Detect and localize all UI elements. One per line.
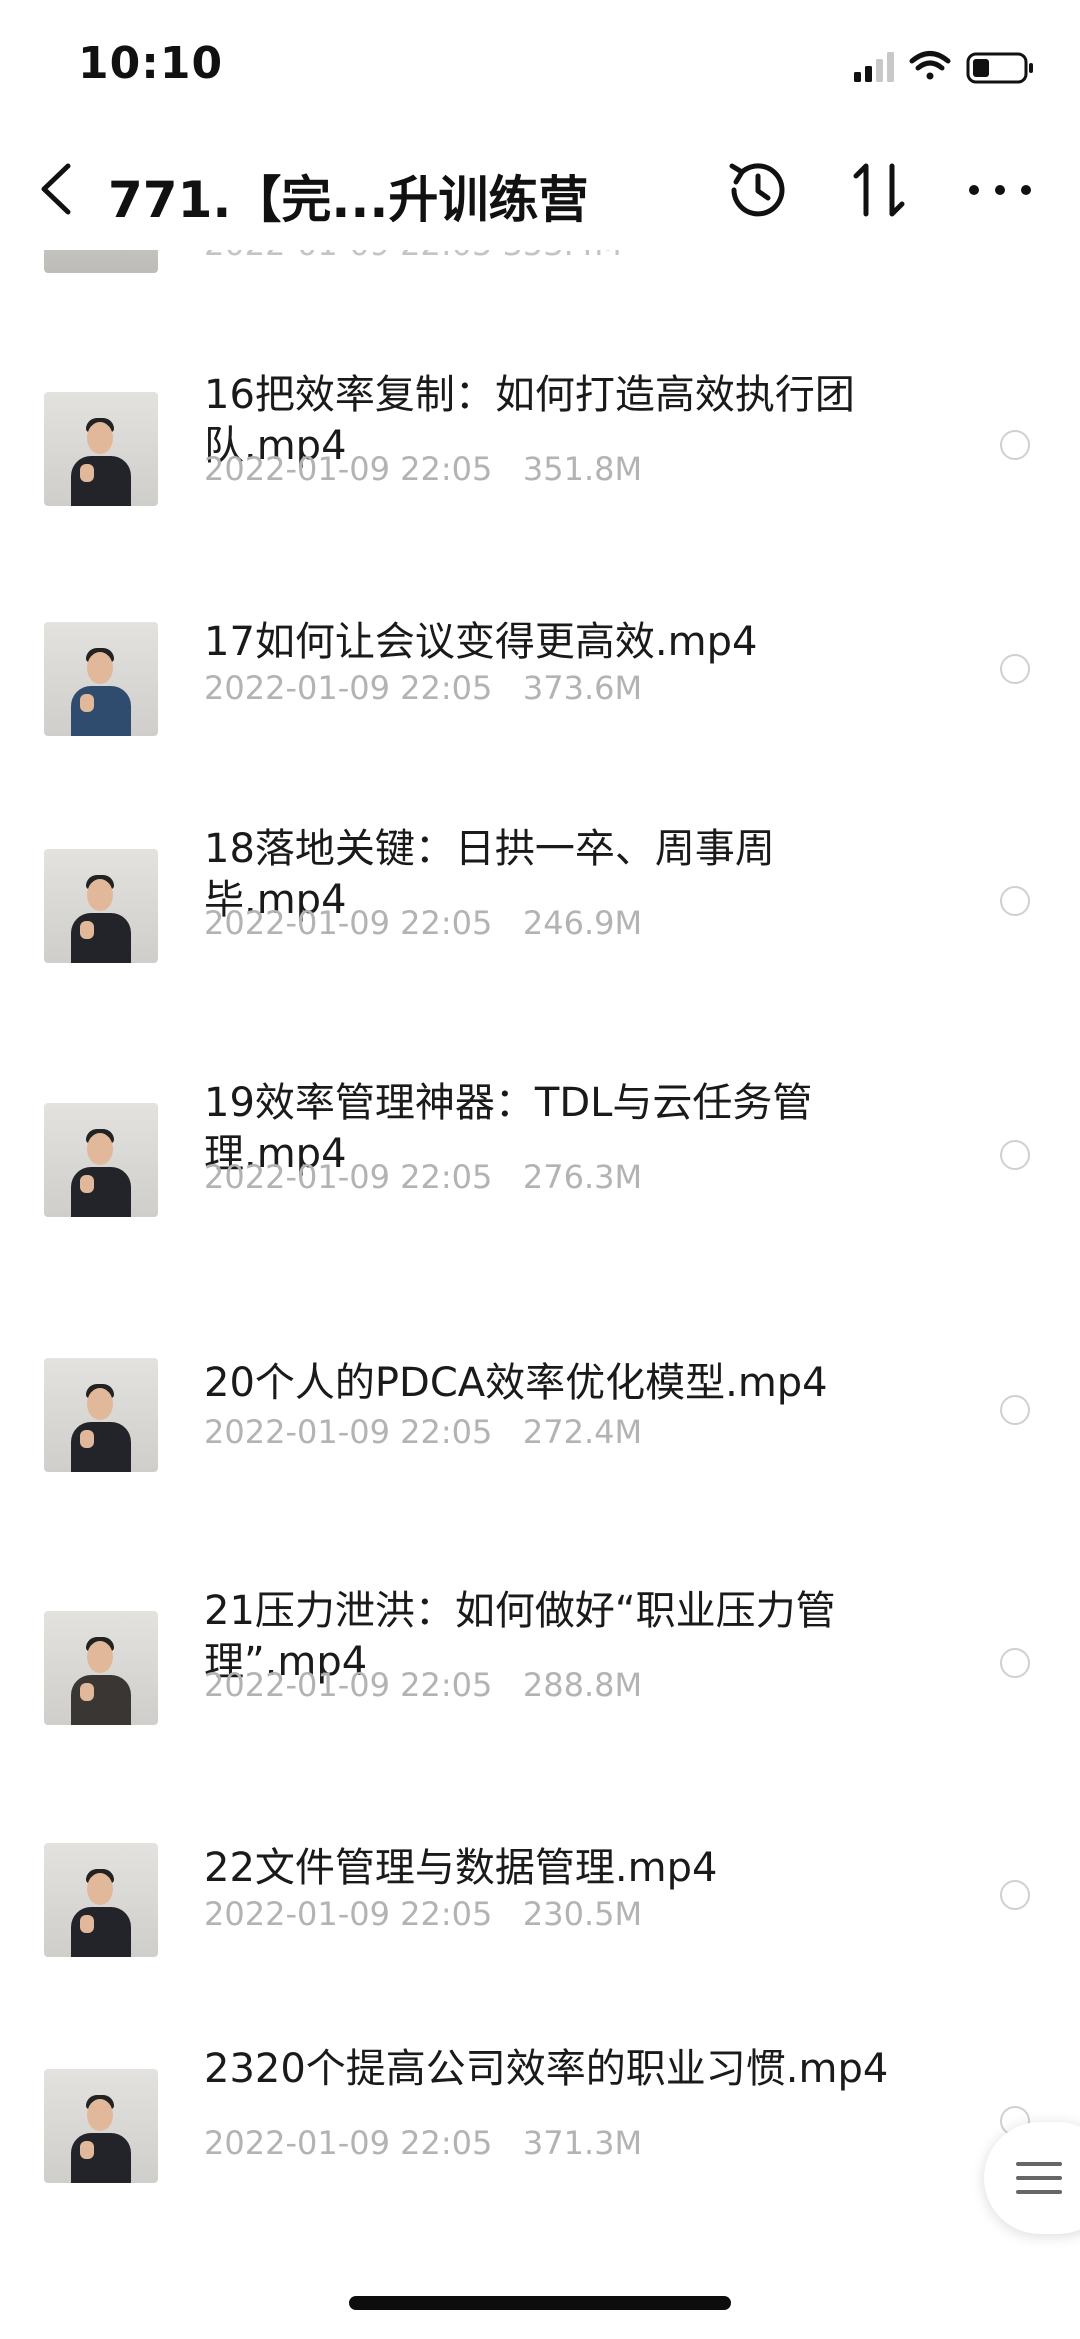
file-size: 371.3M [522,2124,643,2162]
select-radio[interactable] [1000,886,1030,916]
file-meta: 2022-01-09 22:05 353.4M [204,250,622,263]
history-icon [729,163,785,217]
status-time: 10:10 [78,38,224,89]
status-icons [854,51,1033,84]
video-thumbnail [44,2069,158,2183]
file-list[interactable]: 2022-01-09 22:05 353.4M 16把效率复制：如何打造高效执行… [0,250,1080,2240]
file-date: 2022-01-09 22:05 [204,1413,493,1451]
video-thumbnail [44,1103,158,1217]
video-thumbnail [44,1358,158,1472]
file-name: 17如何让会议变得更高效.mp4 [204,619,758,665]
file-date: 2022-01-09 22:05 [204,450,493,488]
list-item[interactable]: 18落地关键：日拱一卒、周事周毕.mp4 2022-01-09 22:05 24… [0,824,1080,1024]
file-size: 288.8M [522,1666,643,1704]
video-thumbnail [44,1843,158,1957]
select-radio[interactable] [1000,1648,1030,1678]
status-bar: 10:10 [0,0,1080,130]
list-item[interactable]: 21压力泄洪：如何做好“职业压力管理”.mp4 2022-01-09 22:05… [0,1586,1080,1786]
list-item[interactable]: 2320个提高公司效率的职业习惯.mp4 2022-01-09 22:05 37… [0,2044,1080,2240]
list-item-partial[interactable]: 2022-01-09 22:05 353.4M [0,250,1080,285]
list-item[interactable]: 20个人的PDCA效率优化模型.mp4 2022-01-09 22:05 272… [0,1358,1080,1558]
file-size: 272.4M [522,1413,643,1451]
file-meta: 2022-01-09 22:05 230.5M [204,1895,642,1933]
file-date: 2022-01-09 22:05 [204,1895,493,1933]
file-date: 2022-01-09 22:05 [204,904,493,942]
video-thumbnail [44,622,158,736]
signal-icon [854,52,894,82]
wifi-icon [909,51,951,80]
sort-icon [853,163,905,217]
file-meta: 2022-01-09 22:05 272.4M [204,1413,642,1451]
list-item[interactable]: 16把效率复制：如何打造高效执行团队.mp4 2022-01-09 22:05 … [0,370,1080,570]
file-size: 246.9M [522,904,643,942]
list-item[interactable]: 17如何让会议变得更高效.mp4 2022-01-09 22:05 373.6M [0,617,1080,817]
file-meta: 2022-01-09 22:05 351.8M [204,450,642,488]
file-size: 351.8M [522,450,643,488]
more-icon [969,185,1031,195]
file-size: 276.3M [522,1158,643,1196]
file-date: 2022-01-09 22:05 [204,1666,493,1704]
select-radio[interactable] [1000,430,1030,460]
file-meta: 2022-01-09 22:05 371.3M [204,2124,642,2162]
chevron-left-icon [41,163,71,215]
video-thumbnail [44,1611,158,1725]
file-meta: 2022-01-09 22:05 246.9M [204,904,642,942]
sort-button[interactable] [842,152,918,228]
video-thumbnail [44,250,158,273]
select-radio[interactable] [1000,654,1030,684]
file-date: 2022-01-09 22:05 [204,2124,493,2162]
file-date: 2022-01-09 22:05 [204,669,493,707]
file-name: 22文件管理与数据管理.mp4 [204,1845,718,1891]
file-date: 2022-01-09 22:05 [204,1158,493,1196]
file-size: 230.5M [522,1895,643,1933]
video-thumbnail [44,392,158,506]
file-name: 2320个提高公司效率的职业习惯.mp4 [204,2046,889,2092]
select-radio[interactable] [1000,1140,1030,1170]
page-title: 771.【完...升训练营 [108,171,589,229]
file-meta: 2022-01-09 22:05 373.6M [204,669,642,707]
nav-bar: 771.【完...升训练营 [0,130,1080,250]
file-meta: 2022-01-09 22:05 276.3M [204,1158,642,1196]
video-thumbnail [44,849,158,963]
select-radio[interactable] [1000,1880,1030,1910]
file-name: 20个人的PDCA效率优化模型.mp4 [204,1360,828,1406]
battery-icon [966,52,1033,84]
back-button[interactable] [24,152,94,226]
list-item[interactable]: 22文件管理与数据管理.mp4 2022-01-09 22:05 230.5M [0,1843,1080,2043]
list-item[interactable]: 19效率管理神器：TDL与云任务管理.mp4 2022-01-09 22:05 … [0,1078,1080,1278]
select-radio[interactable] [1000,1395,1030,1425]
file-meta: 2022-01-09 22:05 288.8M [204,1666,642,1704]
home-indicator [349,2296,731,2310]
history-button[interactable] [720,152,796,228]
file-size: 373.6M [522,669,643,707]
more-button[interactable] [962,152,1038,228]
